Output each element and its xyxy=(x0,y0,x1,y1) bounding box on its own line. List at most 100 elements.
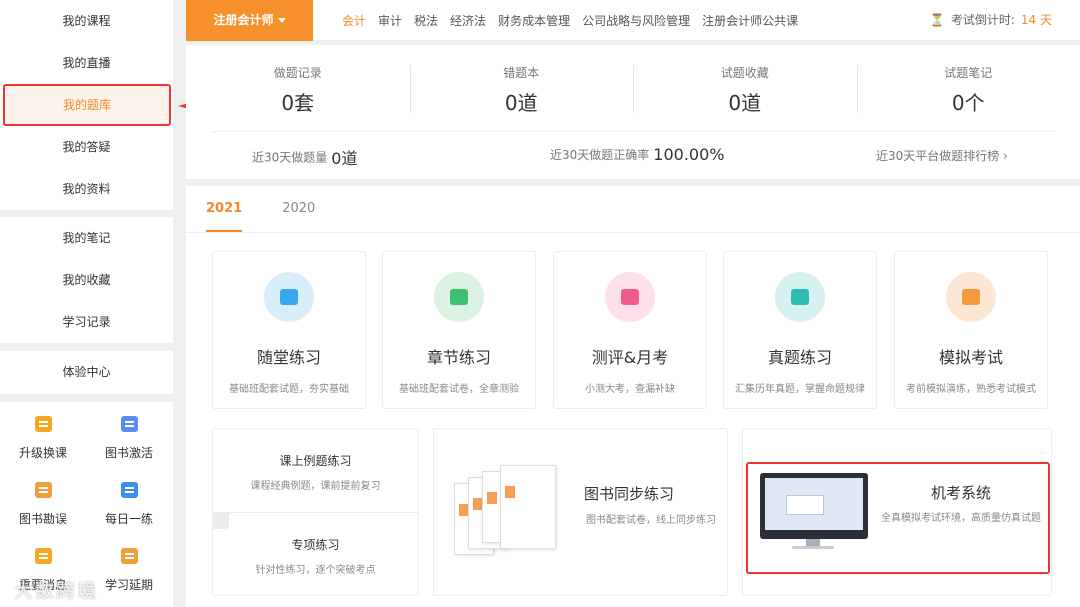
card-chapter-practice[interactable]: 章节练习 基础班配套试卷，全章测验 xyxy=(382,251,536,409)
stat-question-notes[interactable]: 试题笔记 0个 xyxy=(856,45,1080,125)
tab-subject-tax[interactable]: 税法 xyxy=(414,12,438,29)
card-past-exams[interactable]: 真题练习 汇集历年真题，掌握命题规律 xyxy=(723,251,877,409)
exam-select-label: 注册会计师 xyxy=(213,13,274,27)
year-tabs: 2021 2020 xyxy=(206,186,355,232)
sidebar-group-main: 我的课程 我的直播 我的题库 我的答疑 我的资料 xyxy=(0,0,173,210)
video-icon xyxy=(264,272,314,322)
special-practice-link[interactable]: 专项练习 针对性练习，逐个突破考点 xyxy=(213,512,418,595)
recent-count-value: 0道 xyxy=(331,149,358,168)
stat-label: 错题本 xyxy=(503,66,540,80)
card-desc: 基础班配套试题，夯实基础 xyxy=(229,384,349,395)
sidebar-group-experience: 体验中心 xyxy=(0,351,173,394)
tool-book-errata[interactable]: 图书勘误 xyxy=(0,476,86,542)
calendar-icon xyxy=(120,548,138,564)
card-title: 随堂练习 xyxy=(256,348,321,367)
book-desc: 图书配套试卷，线上同步练习 xyxy=(586,515,716,526)
tab-subject-public-course[interactable]: 注册会计师公共课 xyxy=(702,12,798,29)
tab-subject-financial-management[interactable]: 财务成本管理 xyxy=(498,12,570,29)
sidebar-item-my-qa[interactable]: 我的答疑 xyxy=(0,126,173,168)
tab-year-2020[interactable]: 2020 xyxy=(282,186,315,232)
hourglass-icon: ⏳ xyxy=(929,13,945,27)
subject-tabs: 会计 审计 税法 经济法 财务成本管理 公司战略与风险管理 注册会计师公共课 xyxy=(342,0,810,41)
sidebar: 我的课程 我的直播 我的题库 我的答疑 我的资料 我的笔记 我的收藏 学习记录 … xyxy=(0,0,173,607)
stat-favorite-questions[interactable]: 试题收藏 0道 xyxy=(633,45,857,125)
upgrade-icon xyxy=(34,416,52,432)
sidebar-group-records: 我的笔记 我的收藏 学习记录 xyxy=(0,217,173,343)
ranking-link[interactable]: 近30天平台做题排行榜 › xyxy=(876,147,1008,164)
practice-section: 2021 2020 随堂练习 基础班配套试题，夯实基础 章节练习 基础班配套试卷… xyxy=(186,186,1080,607)
stat-value: 0套 xyxy=(281,91,315,115)
recent-rate-label: 近30天做题正确率 xyxy=(550,148,650,162)
card-title: 测评&月考 xyxy=(591,348,669,367)
stat-label: 试题收藏 xyxy=(720,66,769,80)
recent-count: 近30天做题量 0道 xyxy=(252,145,357,169)
example-desc: 课程经典例题，课前提前复习 xyxy=(250,481,381,492)
tab-subject-economic-law[interactable]: 经济法 xyxy=(450,12,486,29)
books-image xyxy=(454,465,564,559)
example-practice-link[interactable]: 课上例题练习 课程经典例题，课前提前复习 xyxy=(213,429,418,512)
main-content: 注册会计师 会计 审计 税法 经济法 财务成本管理 公司战略与风险管理 注册会计… xyxy=(186,0,1080,607)
card-title: 真题练习 xyxy=(767,348,832,367)
sidebar-item-my-live[interactable]: 我的直播 xyxy=(0,42,173,84)
sidebar-item-my-materials[interactable]: 我的资料 xyxy=(0,168,173,210)
recent-stats: 近30天做题量 0道 近30天做题正确率 100.00% 近30天平台做题排行榜 › xyxy=(186,145,1080,169)
recent-count-label: 近30天做题量 xyxy=(252,150,328,165)
stat-value: 0道 xyxy=(728,91,762,115)
watermark: 大数跨境 xyxy=(14,580,99,602)
card-desc: 汇集历年真题，掌握命题规律 xyxy=(735,384,865,395)
card-class-practice[interactable]: 随堂练习 基础班配套试题，夯实基础 xyxy=(212,251,366,409)
document-icon xyxy=(775,272,825,322)
practice-cards: 随堂练习 基础班配套试题，夯实基础 章节练习 基础班配套试卷，全章测验 测评&月… xyxy=(212,251,1052,411)
recent-rate: 近30天做题正确率 100.00% xyxy=(550,145,724,164)
tool-label: 图书勘误 xyxy=(18,512,67,526)
stat-practice-records[interactable]: 做题记录 0套 xyxy=(186,45,410,125)
tool-label: 学习延期 xyxy=(104,578,153,592)
tool-daily-practice[interactable]: 每日一练 xyxy=(86,476,172,542)
card-title: 模拟考试 xyxy=(938,348,1003,367)
countdown-days: 14 天 xyxy=(1020,13,1052,27)
chevron-right-icon: › xyxy=(1003,149,1008,163)
special-title: 专项练习 xyxy=(291,538,340,552)
card-assessment-monthly[interactable]: 测评&月考 小测大考，查漏补缺 xyxy=(553,251,707,409)
card-title: 章节练习 xyxy=(426,348,491,367)
sidebar-item-study-records[interactable]: 学习记录 xyxy=(0,301,173,343)
sidebar-item-my-favorites[interactable]: 我的收藏 xyxy=(0,259,173,301)
sidebar-item-my-courses[interactable]: 我的课程 xyxy=(0,0,173,42)
book-icon xyxy=(34,482,52,498)
tab-subject-strategy-risk[interactable]: 公司战略与风险管理 xyxy=(582,12,690,29)
tab-year-2021[interactable]: 2021 xyxy=(206,186,243,232)
sidebar-item-my-notes[interactable]: 我的笔记 xyxy=(0,217,173,259)
ranking-link-label: 近30天平台做题排行榜 xyxy=(876,149,1000,163)
computer-exam-desc: 全真模拟考试环境，高质量仿真试题 xyxy=(881,513,1041,524)
exam-select-dropdown[interactable]: 注册会计师 xyxy=(186,0,313,41)
special-desc: 针对性练习，逐个突破考点 xyxy=(255,565,376,576)
tool-book-activation[interactable]: 图书激活 xyxy=(86,410,172,476)
edit-icon xyxy=(120,482,138,498)
tool-upgrade-course[interactable]: 升级换课 xyxy=(0,410,86,476)
stat-value: 0个 xyxy=(951,91,985,115)
example-special-box: 课上例题练习 课程经典例题，课前提前复习 专项练习 针对性练习，逐个突破考点 xyxy=(212,428,419,596)
computer-exam-system[interactable]: 机考系统 全真模拟考试环境，高质量仿真试题 xyxy=(746,462,1050,574)
countdown-label: 考试倒计时: xyxy=(950,13,1015,27)
tool-study-extension[interactable]: 学习延期 xyxy=(86,542,172,607)
star-icon xyxy=(434,272,484,322)
card-mock-exam[interactable]: 模拟考试 考前模拟演练，熟悉考试模式 xyxy=(894,251,1048,409)
recent-rate-value: 100.00% xyxy=(653,145,725,164)
tool-label: 升级换课 xyxy=(18,446,67,460)
top-bar: 注册会计师 会计 审计 税法 经济法 财务成本管理 公司战略与风险管理 注册会计… xyxy=(186,0,1080,41)
book-sync-practice[interactable]: 图书同步练习 图书配套试卷，线上同步练习 xyxy=(433,428,728,596)
card-icon xyxy=(120,416,138,432)
book-cover xyxy=(500,465,556,549)
card-desc: 小测大考，查漏补缺 xyxy=(585,384,675,395)
sidebar-item-experience-center[interactable]: 体验中心 xyxy=(0,351,173,393)
tool-label: 每日一练 xyxy=(104,512,153,526)
tab-subject-audit[interactable]: 审计 xyxy=(378,12,402,29)
sidebar-item-my-question-bank[interactable]: 我的题库 xyxy=(3,84,171,126)
stat-label: 做题记录 xyxy=(273,66,322,80)
stat-wrong-questions[interactable]: 错题本 0道 xyxy=(409,45,634,125)
extra-practice: 课上例题练习 课程经典例题，课前提前复习 专项练习 针对性练习，逐个突破考点 图… xyxy=(212,428,1052,596)
tab-subject-accounting[interactable]: 会计 xyxy=(342,12,366,29)
exam-icon xyxy=(946,272,996,322)
monitor-icon xyxy=(760,473,868,551)
calendar-check-icon xyxy=(605,272,655,322)
